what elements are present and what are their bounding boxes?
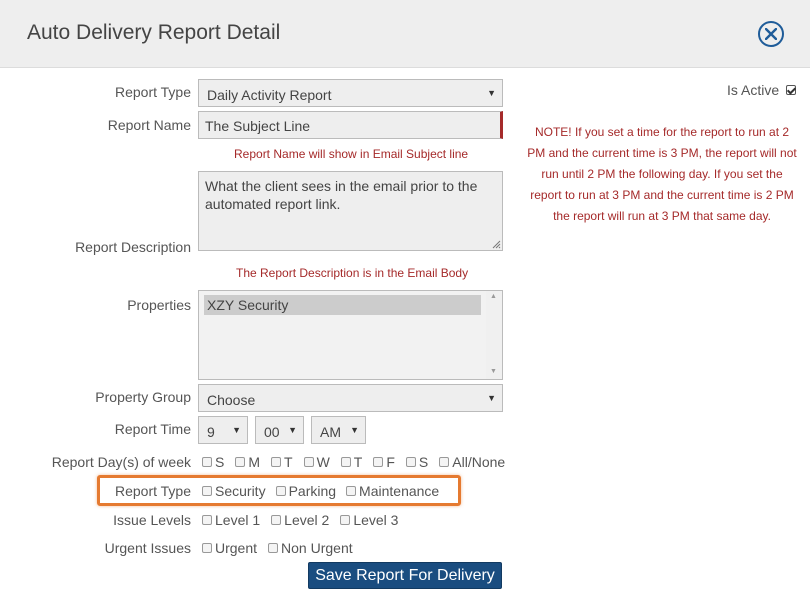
urgent-checkbox[interactable] — [202, 543, 212, 554]
report-type-select[interactable]: Daily Activity Report ▼ — [198, 79, 503, 107]
report-description-textarea[interactable]: What the client sees in the email prior … — [198, 171, 503, 251]
report-ampm-value: AM — [320, 424, 341, 440]
issue-level-checkbox[interactable] — [271, 515, 282, 526]
day-tuesday[interactable]: T — [271, 454, 293, 470]
is-active-label: Is Active — [727, 82, 780, 98]
report-type-security[interactable]: Security — [202, 483, 266, 499]
urgent-issues-label: Urgent Issues — [104, 540, 191, 556]
report-name-input[interactable]: The Subject Line — [198, 111, 503, 139]
is-active-checkbox[interactable] — [786, 85, 797, 96]
day-checkbox[interactable] — [303, 457, 314, 468]
scroll-down-icon[interactable]: ▼ — [490, 368, 497, 375]
report-type-parking[interactable]: Parking — [275, 483, 336, 499]
day-checkbox[interactable] — [405, 457, 416, 468]
dialog-header: Auto Delivery Report Detail — [0, 0, 810, 68]
report-description-label: Report Description — [75, 239, 191, 255]
dialog-title: Auto Delivery Report Detail — [27, 21, 281, 44]
issue-level-checkbox[interactable] — [202, 515, 212, 526]
chevron-down-icon: ▼ — [487, 88, 496, 98]
save-report-button[interactable]: Save Report For Delivery — [308, 562, 502, 589]
day-wednesday[interactable]: W — [303, 454, 330, 470]
report-hour-select[interactable]: 9 ▼ — [198, 416, 248, 444]
close-button[interactable] — [758, 21, 784, 47]
report-name-label: Report Name — [107, 117, 191, 133]
property-group-label: Property Group — [95, 389, 191, 405]
day-thursday[interactable]: T — [340, 454, 362, 470]
chevron-down-icon: ▼ — [232, 425, 241, 435]
day-checkbox[interactable] — [439, 457, 450, 468]
resize-handle-icon[interactable] — [492, 240, 501, 249]
report-type-checkbox[interactable] — [346, 486, 357, 497]
report-minute-value: 00 — [264, 424, 280, 440]
report-description-hint: The Report Description is in the Email B… — [236, 266, 469, 280]
scroll-up-icon[interactable]: ▲ — [490, 293, 497, 300]
day-all-none[interactable]: All/None — [439, 454, 505, 470]
report-ampm-select[interactable]: AM ▼ — [311, 416, 366, 444]
property-option-selected[interactable]: XZY Security — [204, 295, 481, 315]
property-group-select[interactable]: Choose ▼ — [198, 384, 503, 412]
day-checkbox[interactable] — [373, 457, 384, 468]
report-name-value: The Subject Line — [205, 118, 311, 134]
day-checkbox[interactable] — [340, 457, 351, 468]
day-friday[interactable]: F — [373, 454, 395, 470]
report-hour-value: 9 — [207, 424, 215, 440]
report-type-checkbox[interactable] — [202, 486, 212, 497]
report-minute-select[interactable]: 00 ▼ — [255, 416, 304, 444]
issue-level-2[interactable]: Level 2 — [271, 512, 329, 528]
properties-scrollbar[interactable]: ▲ ▼ — [486, 291, 502, 379]
issue-level-1[interactable]: Level 1 — [202, 512, 260, 528]
property-group-value: Choose — [207, 392, 256, 408]
issue-level-checkbox[interactable] — [340, 515, 351, 526]
day-saturday[interactable]: S — [405, 454, 428, 470]
report-type-filter-label: Report Type — [114, 483, 191, 499]
report-description-value: What the client sees in the email prior … — [205, 178, 478, 212]
urgent-checkbox[interactable] — [268, 543, 279, 554]
report-days-group: S M T W T F S All/None — [202, 454, 512, 470]
issue-levels-label: Issue Levels — [113, 512, 191, 528]
day-checkbox[interactable] — [271, 457, 282, 468]
urgent-issues-group: Urgent Non Urgent — [202, 540, 360, 556]
urgent-option[interactable]: Urgent — [202, 540, 257, 556]
properties-label: Properties — [127, 297, 191, 313]
property-option-label: XZY Security — [207, 297, 289, 313]
issue-levels-group: Level 1 Level 2 Level 3 — [202, 512, 405, 528]
issue-level-3[interactable]: Level 3 — [340, 512, 398, 528]
is-active-toggle[interactable]: Is Active — [727, 82, 799, 98]
chevron-down-icon: ▼ — [487, 393, 496, 403]
report-type-checkbox[interactable] — [275, 486, 286, 497]
non-urgent-option[interactable]: Non Urgent — [268, 540, 353, 556]
report-name-hint: Report Name will show in Email Subject l… — [234, 147, 469, 161]
day-sunday[interactable]: S — [202, 454, 224, 470]
day-checkbox[interactable] — [202, 457, 212, 468]
chevron-down-icon: ▼ — [350, 425, 359, 435]
report-type-maintenance[interactable]: Maintenance — [346, 483, 439, 499]
properties-listbox[interactable]: XZY Security ▲ ▼ — [198, 290, 503, 380]
day-checkbox[interactable] — [235, 457, 246, 468]
timing-note: NOTE! If you set a time for the report t… — [527, 125, 797, 223]
close-icon[interactable] — [765, 28, 777, 40]
report-type-label: Report Type — [114, 84, 191, 100]
report-days-label: Report Day(s) of week — [51, 454, 191, 470]
chevron-down-icon: ▼ — [288, 425, 297, 435]
report-time-label: Report Time — [114, 421, 191, 437]
report-type-value: Daily Activity Report — [207, 87, 332, 103]
report-type-filter-group: Security Parking Maintenance — [202, 483, 446, 499]
day-monday[interactable]: M — [235, 454, 260, 470]
